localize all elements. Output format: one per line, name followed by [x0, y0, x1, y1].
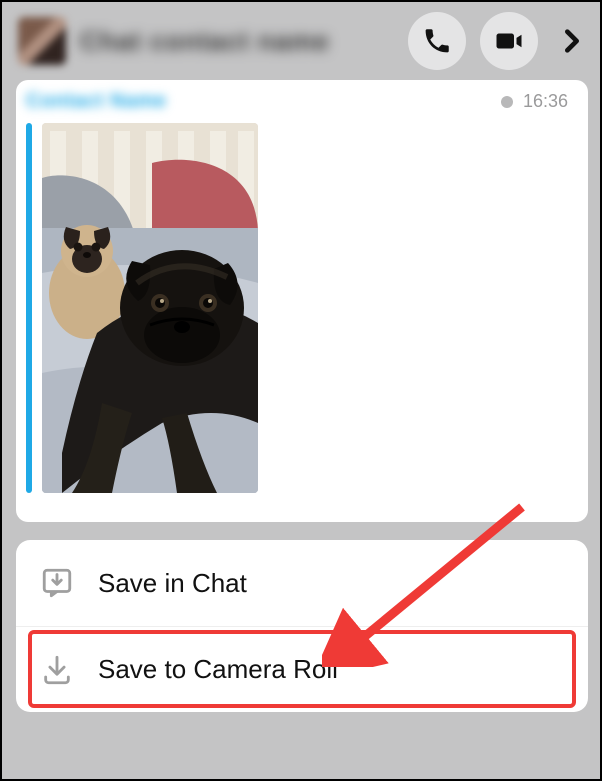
save-in-chat-icon	[40, 566, 74, 600]
sender-rail	[26, 123, 32, 493]
message-photo[interactable]	[42, 123, 258, 493]
message-meta: Contact Name 16:36	[16, 80, 588, 119]
voice-call-button[interactable]	[408, 12, 466, 70]
save-in-chat-button[interactable]: Save in Chat	[16, 540, 588, 626]
sender-name: Contact Name	[26, 90, 166, 113]
action-sheet: Save in Chat Save to Camera Roll	[16, 540, 588, 712]
chevron-right-icon	[558, 21, 586, 61]
video-icon	[494, 26, 524, 56]
avatar[interactable]	[18, 17, 66, 65]
save-to-camera-roll-label: Save to Camera Roll	[98, 654, 338, 685]
video-call-button[interactable]	[480, 12, 538, 70]
phone-icon	[422, 26, 452, 56]
message-card: Contact Name 16:36	[16, 80, 588, 522]
status-dot-icon	[501, 96, 513, 108]
more-button[interactable]	[552, 21, 592, 61]
message-status: 16:36	[501, 91, 568, 112]
chat-title: Chat contact name	[80, 26, 394, 57]
download-icon	[40, 653, 74, 687]
save-in-chat-label: Save in Chat	[98, 568, 247, 599]
save-to-camera-roll-button[interactable]: Save to Camera Roll	[16, 626, 588, 712]
message-time: 16:36	[523, 91, 568, 112]
chat-header: Chat contact name	[2, 2, 600, 80]
